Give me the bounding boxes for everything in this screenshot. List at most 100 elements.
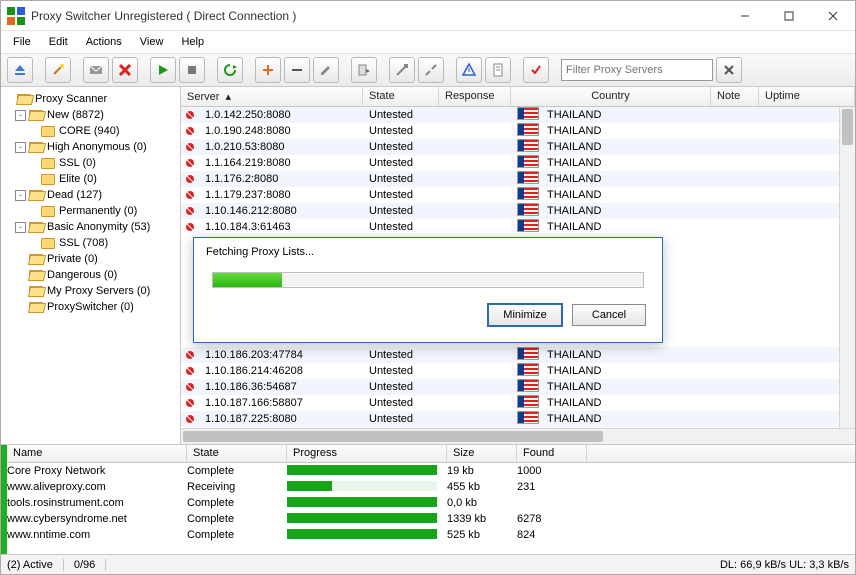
proxy-row[interactable]: 1.0.190.248:8080UntestedTHAILAND	[181, 123, 855, 139]
dcol-size[interactable]: Size	[447, 445, 517, 462]
dcol-name[interactable]: Name	[7, 445, 187, 462]
flag-icon	[511, 203, 541, 219]
add-icon[interactable]	[255, 57, 281, 83]
col-server[interactable]: Server ▴	[181, 87, 363, 106]
flag-icon	[511, 139, 541, 155]
dcol-found[interactable]: Found	[517, 445, 587, 462]
menu-actions[interactable]: Actions	[78, 33, 130, 51]
wand-icon[interactable]	[45, 57, 71, 83]
download-row[interactable]: Core Proxy NetworkComplete19 kb1000	[7, 463, 855, 479]
tree-node[interactable]: Permanently (0)	[3, 203, 178, 219]
proxy-row[interactable]: 1.10.146.212:8080UntestedTHAILAND	[181, 203, 855, 219]
check-icon[interactable]	[523, 57, 549, 83]
close-window-button[interactable]	[811, 2, 855, 30]
tree-node[interactable]: My Proxy Servers (0)	[3, 283, 178, 299]
warning-icon[interactable]	[456, 57, 482, 83]
col-uptime[interactable]: Uptime	[759, 87, 855, 106]
tree-root[interactable]: Proxy Scanner	[3, 91, 178, 107]
download-row[interactable]: www.aliveproxy.comReceiving455 kb231	[7, 479, 855, 495]
expand-icon[interactable]: -	[15, 142, 26, 153]
tree-node[interactable]: CORE (940)	[3, 123, 178, 139]
dialog-minimize-button[interactable]: Minimize	[488, 304, 562, 326]
connect-icon[interactable]	[389, 57, 415, 83]
proxy-icon	[181, 365, 199, 377]
proxy-row[interactable]: 1.10.187.166:58807UntestedTHAILAND	[181, 395, 855, 411]
tree-node[interactable]: ProxySwitcher (0)	[3, 299, 178, 315]
expand-icon[interactable]: -	[15, 190, 26, 201]
maximize-window-button[interactable]	[767, 2, 811, 30]
proxy-row[interactable]: 1.1.164.219:8080UntestedTHAILAND	[181, 155, 855, 171]
col-country[interactable]: Country	[511, 87, 711, 106]
dcol-state[interactable]: State	[187, 445, 287, 462]
folder-icon	[17, 94, 31, 105]
vertical-scrollbar[interactable]	[839, 107, 855, 428]
edit-icon[interactable]	[313, 57, 339, 83]
window-title: Proxy Switcher Unregistered ( Direct Con…	[31, 9, 723, 23]
app-logo-icon	[7, 7, 25, 25]
refresh-icon[interactable]	[217, 57, 243, 83]
remove-icon[interactable]	[284, 57, 310, 83]
menu-edit[interactable]: Edit	[41, 33, 76, 51]
flag-icon	[511, 347, 541, 363]
document-icon[interactable]	[485, 57, 511, 83]
dialog-cancel-button[interactable]: Cancel	[572, 304, 646, 326]
stop-icon[interactable]	[179, 57, 205, 83]
proxy-row[interactable]: 1.10.186.36:54687UntestedTHAILAND	[181, 379, 855, 395]
proxy-icon	[181, 157, 199, 169]
flag-icon	[511, 219, 541, 235]
download-row[interactable]: tools.rosinstrument.comComplete0,0 kb	[7, 495, 855, 511]
flag-icon	[511, 155, 541, 171]
menu-help[interactable]: Help	[173, 33, 212, 51]
filter-input[interactable]	[561, 59, 713, 81]
tree-node[interactable]: Dangerous (0)	[3, 267, 178, 283]
menu-file[interactable]: File	[5, 33, 39, 51]
horizontal-scrollbar[interactable]	[181, 428, 855, 444]
proxy-icon	[181, 189, 199, 201]
flag-icon	[511, 171, 541, 187]
proxy-row[interactable]: 1.10.186.203:47784UntestedTHAILAND	[181, 347, 855, 363]
expand-icon[interactable]: -	[15, 222, 26, 233]
col-response[interactable]: Response	[439, 87, 511, 106]
mail-icon[interactable]	[83, 57, 109, 83]
tree-panel: Proxy Scanner -New (8872)CORE (940)-High…	[1, 87, 181, 444]
menubar: File Edit Actions View Help	[1, 31, 855, 53]
play-icon[interactable]	[150, 57, 176, 83]
proxy-icon	[181, 221, 199, 233]
dcol-progress[interactable]: Progress	[287, 445, 447, 462]
menu-view[interactable]: View	[132, 33, 172, 51]
download-row[interactable]: www.cybersyndrome.netComplete1339 kb6278	[7, 511, 855, 527]
proxy-row[interactable]: 1.10.187.225:8080UntestedTHAILAND	[181, 411, 855, 427]
proxy-row[interactable]: 1.0.142.250:8080UntestedTHAILAND	[181, 107, 855, 123]
status-bar: (2) Active 0/96 DL: 66,9 kB/s UL: 3,3 kB…	[1, 554, 855, 574]
eject-icon[interactable]	[7, 57, 33, 83]
proxy-row[interactable]: 1.1.179.237:8080UntestedTHAILAND	[181, 187, 855, 203]
proxy-row[interactable]: 1.10.184.3:61463UntestedTHAILAND	[181, 219, 855, 235]
tree-node[interactable]: Elite (0)	[3, 171, 178, 187]
folder-icon	[41, 238, 55, 249]
delete-icon[interactable]	[112, 57, 138, 83]
disconnect-icon[interactable]	[418, 57, 444, 83]
flag-icon	[511, 411, 541, 427]
dialog-message: Fetching Proxy Lists...	[194, 238, 662, 262]
expand-icon[interactable]: -	[15, 110, 26, 121]
proxy-icon	[181, 413, 199, 425]
tree-node[interactable]: -Dead (127)	[3, 187, 178, 203]
status-progress: 0/96	[74, 559, 106, 571]
proxy-row[interactable]: 1.0.210.53:8080UntestedTHAILAND	[181, 139, 855, 155]
proxy-row[interactable]: 1.1.176.2:8080UntestedTHAILAND	[181, 171, 855, 187]
tree-node[interactable]: Private (0)	[3, 251, 178, 267]
tree-node[interactable]: SSL (0)	[3, 155, 178, 171]
tree-node[interactable]: -Basic Anonymity (53)	[3, 219, 178, 235]
status-active: (2) Active	[7, 559, 64, 571]
proxy-row[interactable]: 1.10.186.214:46208UntestedTHAILAND	[181, 363, 855, 379]
flag-icon	[511, 363, 541, 379]
download-row[interactable]: www.nntime.comComplete525 kb824	[7, 527, 855, 543]
minimize-window-button[interactable]	[723, 2, 767, 30]
col-note[interactable]: Note	[711, 87, 759, 106]
col-state[interactable]: State	[363, 87, 439, 106]
export-icon[interactable]	[351, 57, 377, 83]
tree-node[interactable]: -High Anonymous (0)	[3, 139, 178, 155]
tree-node[interactable]: -New (8872)	[3, 107, 178, 123]
tree-node[interactable]: SSL (708)	[3, 235, 178, 251]
clear-filter-icon[interactable]	[716, 57, 742, 83]
